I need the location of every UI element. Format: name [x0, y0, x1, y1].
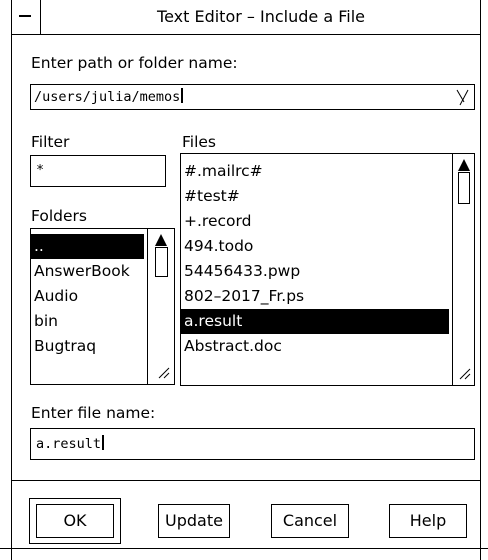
button-separator [11, 480, 481, 481]
path-input-value: /users/julia/memos [34, 89, 181, 105]
cancel-button[interactable]: Cancel [271, 504, 349, 538]
file-item[interactable]: Abstract.doc [181, 334, 474, 359]
filter-input[interactable]: * [30, 155, 166, 187]
resize-grip-icon [459, 368, 471, 380]
ok-button[interactable]: OK [36, 504, 114, 538]
include-file-dialog: Text Editor – Include a File Enter path … [0, 0, 488, 560]
scroll-up-arrow-icon[interactable] [458, 159, 470, 171]
title-bar: Text Editor – Include a File [11, 0, 481, 35]
folders-label: Folders [31, 207, 87, 225]
window-frame-left [11, 0, 12, 560]
file-item-selected[interactable]: a.result [181, 309, 449, 334]
path-input[interactable]: /users/julia/memos [30, 84, 475, 110]
filter-input-value: * [36, 162, 45, 178]
text-cursor [102, 435, 105, 450]
filter-label: Filter [31, 133, 70, 151]
window-title: Text Editor – Include a File [157, 7, 365, 26]
filename-input-value: a.result [36, 436, 102, 452]
file-item[interactable]: #.mailrc# [181, 159, 474, 184]
files-scrollbar[interactable] [452, 154, 474, 385]
window-frame-bottom [0, 548, 488, 549]
files-list[interactable]: #.mailrc# #test# +.record 494.todo 54456… [180, 153, 475, 386]
dropdown-arrow-icon[interactable] [456, 88, 472, 106]
file-item[interactable]: 802–2017_Fr.ps [181, 284, 474, 309]
folders-scrollbar[interactable] [147, 229, 174, 384]
filename-input[interactable]: a.result [30, 428, 475, 460]
resize-grip-icon [158, 367, 170, 379]
folder-item-selected[interactable]: .. [31, 234, 144, 259]
path-label: Enter path or folder name: [31, 54, 238, 72]
text-cursor [181, 88, 184, 103]
window-frame-right [480, 0, 481, 560]
file-item[interactable]: #test# [181, 184, 474, 209]
scroll-thumb[interactable] [458, 172, 470, 204]
update-button[interactable]: Update [158, 504, 230, 538]
file-item[interactable]: 494.todo [181, 234, 474, 259]
help-button[interactable]: Help [389, 504, 467, 538]
file-item[interactable]: 54456433.pwp [181, 259, 474, 284]
files-label: Files [182, 133, 217, 151]
scroll-thumb[interactable] [155, 247, 168, 277]
scroll-up-arrow-icon[interactable] [155, 234, 167, 246]
window-menu-icon[interactable] [11, 0, 41, 34]
file-item[interactable]: +.record [181, 209, 474, 234]
filename-label: Enter file name: [31, 404, 156, 422]
folders-list[interactable]: .. AnswerBook Audio bin Bugtraq [30, 228, 175, 385]
